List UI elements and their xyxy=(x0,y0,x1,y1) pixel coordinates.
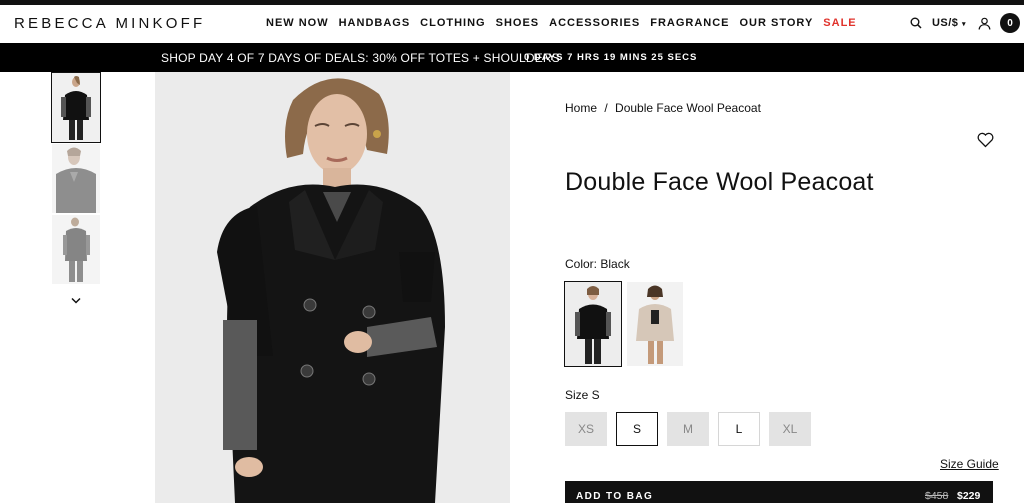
thumbnail-strip xyxy=(51,72,101,286)
promo-countdown: 0 DAYS 7 HRS 19 MINS 25 SECS xyxy=(524,52,698,63)
main-nav: NEW NOW HANDBAGS CLOTHING SHOES ACCESSOR… xyxy=(266,17,867,29)
promo-message[interactable]: SHOP DAY 4 OF 7 DAYS OF DEALS: 30% OFF T… xyxy=(161,51,560,65)
site-header: REBECCA MINKOFF NEW NOW HANDBAGS CLOTHIN… xyxy=(0,5,1024,43)
add-to-bag-button[interactable]: ADD TO BAG $458 $229 xyxy=(565,481,993,503)
color-swatch-beige[interactable] xyxy=(627,282,683,366)
main-product-image[interactable] xyxy=(155,72,510,503)
nav-shoes[interactable]: SHOES xyxy=(496,17,540,29)
search-icon[interactable] xyxy=(906,13,926,33)
breadcrumb-current: Double Face Wool Peacoat xyxy=(615,101,761,115)
size-guide-link[interactable]: Size Guide xyxy=(940,457,999,471)
promo-banner: SHOP DAY 4 OF 7 DAYS OF DEALS: 30% OFF T… xyxy=(0,43,1024,72)
size-selector: XS S M L XL xyxy=(565,412,820,446)
header-tools: US/$ ▾ 0 xyxy=(906,13,1020,33)
nav-new-now[interactable]: NEW NOW xyxy=(266,17,329,29)
product-title: Double Face Wool Peacoat xyxy=(565,168,874,196)
thumbnail-2[interactable] xyxy=(52,144,100,213)
breadcrumb-home[interactable]: Home xyxy=(565,101,597,115)
locale-selector[interactable]: US/$ ▾ xyxy=(932,17,966,29)
nav-sale[interactable]: SALE xyxy=(823,17,856,29)
nav-fragrance[interactable]: FRAGRANCE xyxy=(650,17,729,29)
heart-icon[interactable] xyxy=(977,132,994,148)
cart-count: 0 xyxy=(1007,17,1013,29)
color-swatch-black[interactable] xyxy=(564,281,622,367)
color-label: Color: Black xyxy=(565,257,630,271)
nav-clothing[interactable]: CLOTHING xyxy=(420,17,485,29)
size-option-m[interactable]: M xyxy=(667,412,709,446)
price-sale: $229 xyxy=(957,490,981,502)
breadcrumb-separator: / xyxy=(604,101,608,115)
chevron-down-icon[interactable] xyxy=(68,293,84,309)
size-option-l[interactable]: L xyxy=(718,412,760,446)
breadcrumb: Home / Double Face Wool Peacoat xyxy=(565,101,761,115)
add-to-bag-label: ADD TO BAG xyxy=(576,491,654,502)
price-original: $458 xyxy=(925,490,949,502)
locale-label: US/$ xyxy=(931,17,959,29)
user-icon[interactable] xyxy=(974,13,994,33)
nav-handbags[interactable]: HANDBAGS xyxy=(339,17,411,29)
nav-accessories[interactable]: ACCESSORIES xyxy=(549,17,640,29)
size-option-xs[interactable]: XS xyxy=(565,412,607,446)
brand-logo[interactable]: REBECCA MINKOFF xyxy=(14,15,205,32)
size-option-xl[interactable]: XL xyxy=(769,412,811,446)
size-label: Size S xyxy=(565,388,600,402)
size-option-s[interactable]: S xyxy=(616,412,658,446)
thumbnail-3[interactable] xyxy=(52,215,100,284)
cart-icon[interactable]: 0 xyxy=(1000,13,1020,33)
thumbnail-1[interactable] xyxy=(51,72,101,143)
nav-our-story[interactable]: OUR STORY xyxy=(740,17,814,29)
chevron-down-icon: ▾ xyxy=(961,21,966,28)
